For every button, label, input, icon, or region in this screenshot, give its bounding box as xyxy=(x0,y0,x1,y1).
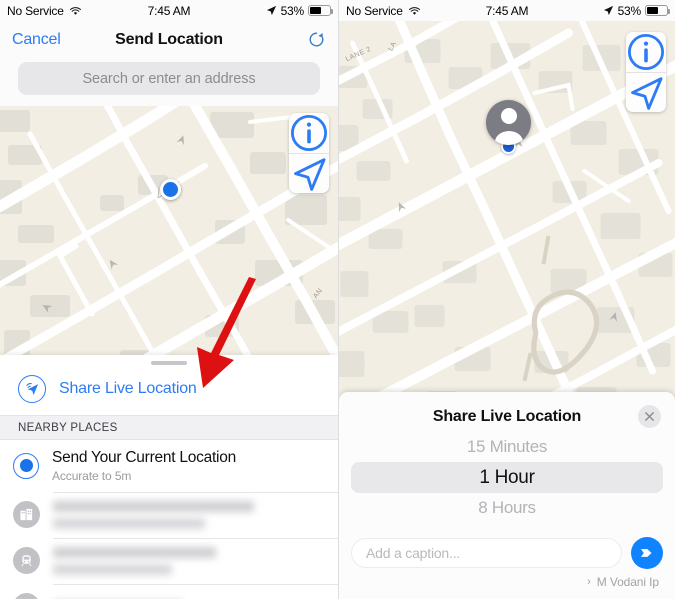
map-info-button[interactable] xyxy=(289,113,329,153)
caption-row: Add a caption... xyxy=(351,537,663,569)
info-icon xyxy=(290,114,328,152)
map-locate-button[interactable] xyxy=(289,153,329,193)
share-live-location-panel: Share Live Location 15 Minutes 1 Hour 8 … xyxy=(339,392,675,599)
radio-selected-icon[interactable] xyxy=(13,452,39,479)
battery-icon xyxy=(645,5,670,16)
navigation-arrow-icon xyxy=(631,77,663,110)
account-footer[interactable]: › M Vodani Ip xyxy=(351,575,663,589)
close-icon xyxy=(645,412,654,421)
status-left-group: No Service xyxy=(346,4,421,18)
current-location-text: Send Your Current Location Accurate to 5… xyxy=(52,449,236,483)
right-phone-screen: No Service 7:45 AM 53% LANE 2 LA Share L… xyxy=(338,0,675,599)
nearby-places-header: NEARBY PLACES xyxy=(0,415,338,440)
search-input[interactable]: Search or enter an address xyxy=(18,62,320,95)
list-item-blurred-text xyxy=(53,546,324,575)
list-item-blurred-text xyxy=(53,500,324,529)
caption-input[interactable]: Add a caption... xyxy=(351,538,622,568)
send-icon xyxy=(640,549,652,557)
carrier-label: No Service xyxy=(346,3,403,18)
wifi-icon xyxy=(408,6,420,15)
buildings-icon xyxy=(13,501,40,529)
battery-percent-label: 53% xyxy=(617,3,642,18)
status-bar-right: No Service 7:45 AM 53% xyxy=(339,0,675,21)
nav-bar: Cancel Send Location xyxy=(0,21,338,58)
status-left-group: No Service xyxy=(7,4,82,18)
map-info-button[interactable] xyxy=(626,32,666,72)
duration-option-1-hour[interactable]: 1 Hour xyxy=(351,462,663,493)
location-options-sheet: Share Live Location NEARBY PLACES Send Y… xyxy=(0,355,338,599)
duration-option-15-minutes[interactable]: 15 Minutes xyxy=(351,432,663,462)
battery-percent-label: 53% xyxy=(280,3,305,18)
refresh-button[interactable] xyxy=(307,30,326,49)
list-item-title xyxy=(53,500,254,512)
map-controls-left xyxy=(289,113,329,193)
duration-option-8-hours[interactable]: 8 Hours xyxy=(351,493,663,523)
account-label: M Vodani Ip xyxy=(596,575,659,589)
list-item-subtitle: Accurate to 5m xyxy=(52,468,132,483)
location-arrow-icon xyxy=(603,5,613,16)
dual-screenshot-container: No Service 7:45 AM 53% Cancel Send Locat… xyxy=(0,0,675,599)
person-avatar-icon xyxy=(486,100,531,145)
navigation-arrow-icon xyxy=(294,158,326,191)
list-item[interactable] xyxy=(0,537,338,584)
status-right-group: 53% xyxy=(266,3,333,18)
building-icon xyxy=(13,592,40,599)
search-container: Search or enter an address xyxy=(0,58,338,106)
current-location-dot xyxy=(160,179,181,200)
list-item-subtitle xyxy=(53,563,173,575)
share-live-location-icon xyxy=(18,375,46,403)
panel-title-row: Share Live Location xyxy=(351,402,663,432)
panel-title: Share Live Location xyxy=(432,408,582,425)
refresh-icon xyxy=(309,32,324,47)
train-icon xyxy=(13,547,40,575)
status-bar-left: No Service 7:45 AM 53% xyxy=(0,0,338,21)
map-locate-button[interactable] xyxy=(626,72,666,112)
battery-icon xyxy=(308,5,333,16)
info-icon xyxy=(627,33,665,71)
list-item[interactable] xyxy=(0,583,338,599)
chevron-right-icon: › xyxy=(587,576,591,588)
cancel-button[interactable]: Cancel xyxy=(12,31,61,49)
map-controls-right xyxy=(626,32,666,112)
send-button[interactable] xyxy=(631,537,663,569)
list-item-title: Send Your Current Location xyxy=(52,449,236,466)
person-avatar-pin[interactable] xyxy=(486,100,531,154)
list-item-current-location[interactable]: Send Your Current Location Accurate to 5… xyxy=(0,440,338,492)
carrier-label: No Service xyxy=(7,3,64,18)
list-item-title xyxy=(53,546,216,558)
status-right-group: 53% xyxy=(603,3,670,18)
list-item[interactable] xyxy=(0,491,338,538)
close-button[interactable] xyxy=(638,405,661,428)
wifi-icon xyxy=(69,6,81,15)
list-item-subtitle xyxy=(53,517,205,529)
left-phone-screen: No Service 7:45 AM 53% Cancel Send Locat… xyxy=(0,0,338,599)
location-arrow-icon xyxy=(266,5,276,16)
share-live-location-button[interactable]: Share Live Location xyxy=(0,365,338,415)
share-live-location-label: Share Live Location xyxy=(59,380,197,397)
